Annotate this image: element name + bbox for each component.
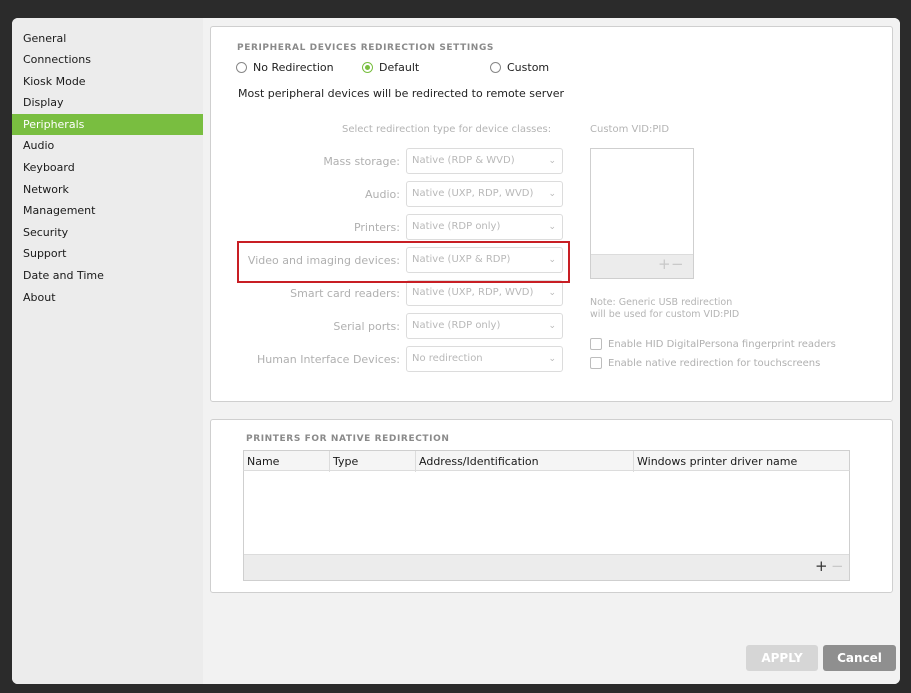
radio-label: Custom xyxy=(507,61,550,74)
redirection-panel: PERIPHERAL DEVICES REDIRECTION SETTINGS … xyxy=(210,26,893,402)
usb-note-line2: will be used for custom VID:PID xyxy=(590,309,740,320)
select-value: Native (UXP, RDP, WVD) xyxy=(412,188,534,199)
sidebar-item-display[interactable]: Display xyxy=(12,92,203,113)
remove-printer-icon[interactable]: − xyxy=(831,557,844,575)
video-imaging-highlight xyxy=(237,241,570,283)
checkbox-label: Enable native redirection for touchscree… xyxy=(608,357,821,369)
select-value: No redirection xyxy=(412,353,483,364)
printers-table-footer: + − xyxy=(244,554,849,580)
checkbox-icon xyxy=(590,338,602,350)
add-printer-icon[interactable]: + xyxy=(815,557,828,575)
mass-storage-label: Mass storage: xyxy=(323,155,400,168)
sidebar-item-date-and-time[interactable]: Date and Time xyxy=(12,265,203,286)
mass-storage-select[interactable]: Native (RDP & WVD) ⌄ xyxy=(406,148,563,174)
chevron-down-icon: ⌄ xyxy=(548,354,556,364)
column-header-type[interactable]: Type xyxy=(330,451,416,472)
printers-table-header: Name Type Address/Identification Windows… xyxy=(243,450,850,472)
select-value: Native (RDP only) xyxy=(412,320,501,331)
sidebar-item-keyboard[interactable]: Keyboard xyxy=(12,157,203,178)
chevron-down-icon: ⌄ xyxy=(548,156,556,166)
radio-circle-icon xyxy=(490,62,501,73)
column-header-driver[interactable]: Windows printer driver name xyxy=(634,451,850,472)
chevron-down-icon: ⌄ xyxy=(548,222,556,232)
sidebar: General Connections Kiosk Mode Display P… xyxy=(12,18,203,684)
printers-label: Printers: xyxy=(353,221,400,234)
chevron-down-icon: ⌄ xyxy=(548,321,556,331)
sidebar-item-security[interactable]: Security xyxy=(12,222,203,243)
column-header-name[interactable]: Name xyxy=(244,451,330,472)
serial-ports-label: Serial ports: xyxy=(333,320,400,333)
serial-ports-select[interactable]: Native (RDP only) ⌄ xyxy=(406,313,563,339)
cancel-button[interactable]: Cancel xyxy=(823,645,896,671)
sidebar-item-kiosk-mode[interactable]: Kiosk Mode xyxy=(12,71,203,92)
printers-select[interactable]: Native (RDP only) ⌄ xyxy=(406,214,563,240)
audio-select[interactable]: Native (UXP, RDP, WVD) ⌄ xyxy=(406,181,563,207)
select-value: Native (UXP, RDP, WVD) xyxy=(412,287,534,298)
sidebar-item-management[interactable]: Management xyxy=(12,200,203,221)
device-class-labels: Mass storage: Audio: Printers: Video and… xyxy=(211,27,400,403)
select-value: Native (RDP & WVD) xyxy=(412,155,515,166)
custom-vid-pid-label: Custom VID:PID xyxy=(590,124,670,135)
select-value: Native (RDP only) xyxy=(412,221,501,232)
sidebar-item-connections[interactable]: Connections xyxy=(12,49,203,70)
list-footer: + − xyxy=(591,254,693,278)
sidebar-item-audio[interactable]: Audio xyxy=(12,135,203,156)
hid-select[interactable]: No redirection ⌄ xyxy=(406,346,563,372)
printers-panel: PRINTERS FOR NATIVE REDIRECTION Name Typ… xyxy=(210,419,893,593)
radio-custom[interactable]: Custom xyxy=(490,61,549,74)
usb-note-line1: Note: Generic USB redirection xyxy=(590,297,733,308)
sidebar-item-peripherals[interactable]: Peripherals xyxy=(12,114,203,135)
sidebar-item-support[interactable]: Support xyxy=(12,243,203,264)
printers-table[interactable]: Name Type Address/Identification Windows… xyxy=(243,450,850,581)
settings-window: General Connections Kiosk Mode Display P… xyxy=(12,18,900,684)
chevron-down-icon: ⌄ xyxy=(548,189,556,199)
content-area: PERIPHERAL DEVICES REDIRECTION SETTINGS … xyxy=(203,18,900,684)
smart-card-select[interactable]: Native (UXP, RDP, WVD) ⌄ xyxy=(406,280,563,306)
hid-fingerprint-checkbox[interactable]: Enable HID DigitalPersona fingerprint re… xyxy=(590,338,836,350)
sidebar-item-about[interactable]: About xyxy=(12,287,203,308)
printers-section-title: PRINTERS FOR NATIVE REDIRECTION xyxy=(246,434,450,444)
checkbox-label: Enable HID DigitalPersona fingerprint re… xyxy=(608,338,836,350)
hid-label: Human Interface Devices: xyxy=(257,353,400,366)
remove-vid-icon[interactable]: − xyxy=(671,255,684,273)
column-header-address[interactable]: Address/Identification xyxy=(416,451,634,472)
sidebar-item-network[interactable]: Network xyxy=(12,179,203,200)
add-vid-icon[interactable]: + xyxy=(658,255,671,273)
apply-button[interactable]: APPLY xyxy=(746,645,818,671)
audio-label: Audio: xyxy=(365,188,400,201)
smart-card-label: Smart card readers: xyxy=(290,287,400,300)
chevron-down-icon: ⌄ xyxy=(548,288,556,298)
touchscreen-checkbox[interactable]: Enable native redirection for touchscree… xyxy=(590,357,820,369)
sidebar-item-general[interactable]: General xyxy=(12,28,203,49)
checkbox-icon xyxy=(590,357,602,369)
custom-vid-pid-list[interactable]: + − xyxy=(590,148,694,279)
